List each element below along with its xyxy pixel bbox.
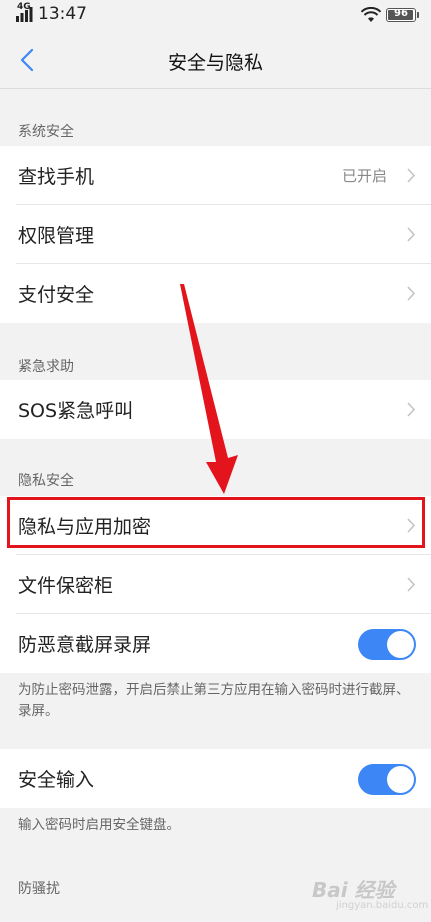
- toggle-knob: [387, 631, 414, 658]
- row-file-safe[interactable]: 文件保密柜: [0, 555, 431, 614]
- chevron-right-icon: [407, 577, 416, 592]
- row-secure-input: 安全输入: [0, 749, 431, 808]
- row-privacy-app-encryption[interactable]: 隐私与应用加密: [0, 496, 431, 555]
- row-anti-screenshot: 防恶意截屏录屏: [0, 614, 431, 673]
- clock: 13:47: [38, 4, 87, 24]
- row-permission-management[interactable]: 权限管理: [0, 205, 431, 264]
- section-label-harassment: 防骚扰: [18, 881, 60, 897]
- chevron-right-icon: [407, 168, 416, 183]
- toggle-knob: [387, 766, 414, 793]
- row-label: SOS紧急呼叫: [18, 400, 134, 422]
- battery-percent: 96: [394, 8, 408, 19]
- chevron-right-icon: [407, 402, 416, 417]
- battery-tip: [417, 12, 419, 18]
- row-label: 隐私与应用加密: [18, 516, 152, 538]
- secure-input-toggle[interactable]: [358, 764, 416, 795]
- section-label-system: 系统安全: [18, 124, 74, 140]
- battery-icon: 96: [386, 8, 416, 22]
- nav-header: 安全与隐私: [0, 30, 431, 90]
- row-label: 安全输入: [18, 769, 95, 791]
- row-label: 查找手机: [18, 166, 95, 188]
- section-label-emergency: 紧急求助: [18, 359, 74, 375]
- row-label: 支付安全: [18, 284, 95, 306]
- row-label: 防恶意截屏录屏: [18, 634, 152, 656]
- wifi-icon: [360, 7, 382, 22]
- chevron-right-icon: [407, 518, 416, 533]
- row-status-value: 已开启: [341, 167, 387, 185]
- row-find-phone[interactable]: 查找手机 已开启: [0, 146, 431, 205]
- header-divider: [0, 88, 431, 89]
- watermark: Bai 经验: [312, 878, 395, 902]
- anti-screenshot-toggle[interactable]: [358, 629, 416, 660]
- row-label: 权限管理: [18, 225, 95, 247]
- status-bar: 4G 13:47 96: [0, 0, 431, 30]
- page-title: 安全与隐私: [167, 52, 263, 74]
- row-label: 文件保密柜: [18, 575, 114, 597]
- row-sos-call[interactable]: SOS紧急呼叫: [0, 380, 431, 439]
- section-label-privacy: 隐私安全: [18, 473, 74, 489]
- chevron-right-icon: [407, 227, 416, 242]
- anti-screenshot-description: 为防止密码泄露，开启后禁止第三方应用在输入密码时进行截屏、录屏。: [18, 682, 410, 719]
- watermark-sub: jingyan.baidu.com: [336, 900, 429, 911]
- secure-input-description: 输入密码时启用安全键盘。: [18, 817, 180, 833]
- signal-icon: [16, 7, 33, 22]
- chevron-right-icon: [407, 286, 416, 301]
- row-payment-security[interactable]: 支付安全: [0, 264, 431, 323]
